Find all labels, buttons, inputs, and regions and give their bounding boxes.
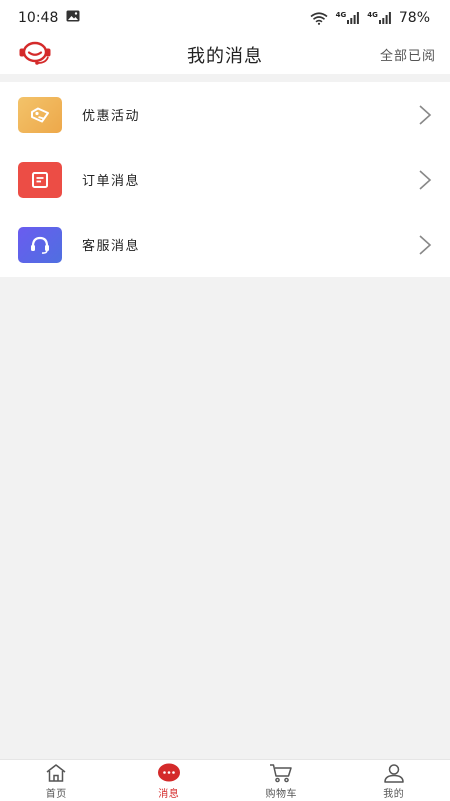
image-icon (66, 10, 80, 26)
nav-item-home[interactable]: 首页 (0, 760, 113, 801)
nav-label: 我的 (383, 785, 404, 800)
tag-icon (18, 97, 62, 133)
list-item-promotions[interactable]: 优惠活动 (0, 82, 450, 147)
nav-label: 首页 (46, 785, 67, 800)
header-divider (0, 74, 450, 82)
message-category-list: 优惠活动 订单消息 客服消息 (0, 82, 450, 277)
document-icon (18, 162, 62, 198)
wifi-icon (310, 12, 328, 25)
status-left: 10:48 (18, 10, 80, 26)
headset-logo-icon[interactable] (18, 40, 52, 66)
list-item-orders[interactable]: 订单消息 (0, 147, 450, 212)
bottom-nav: 首页 消息 购物车 我的 (0, 759, 450, 801)
headset-icon (18, 227, 62, 263)
list-item-label: 优惠活动 (82, 105, 140, 124)
nav-label: 消息 (158, 785, 179, 800)
list-item-label: 客服消息 (82, 235, 140, 254)
chevron-right-icon (418, 104, 432, 126)
nav-item-messages[interactable]: 消息 (113, 760, 226, 801)
status-right: 4G 4G 78% (310, 10, 430, 26)
mark-all-read-button[interactable]: 全部已阅 (380, 45, 436, 64)
battery-text: 78% (399, 10, 430, 26)
cart-icon (269, 763, 293, 783)
nav-item-cart[interactable]: 购物车 (225, 760, 338, 801)
chevron-right-icon (418, 169, 432, 191)
network-label-2: 4G (367, 12, 378, 19)
header: 我的消息 全部已阅 (0, 36, 450, 74)
chevron-right-icon (418, 234, 432, 256)
signal-icon-1: 4G (336, 12, 360, 24)
user-icon (382, 763, 406, 783)
list-item-label: 订单消息 (82, 170, 140, 189)
list-item-customer-service[interactable]: 客服消息 (0, 212, 450, 277)
status-time: 10:48 (18, 10, 58, 26)
home-icon (44, 763, 68, 783)
status-bar: 10:48 4G (0, 0, 450, 36)
chat-bubble-icon (157, 763, 181, 783)
nav-item-profile[interactable]: 我的 (338, 760, 450, 801)
signal-icon-2: 4G (367, 12, 391, 24)
network-label-1: 4G (336, 12, 347, 19)
page-title: 我的消息 (187, 42, 263, 68)
nav-label: 购物车 (266, 785, 298, 800)
